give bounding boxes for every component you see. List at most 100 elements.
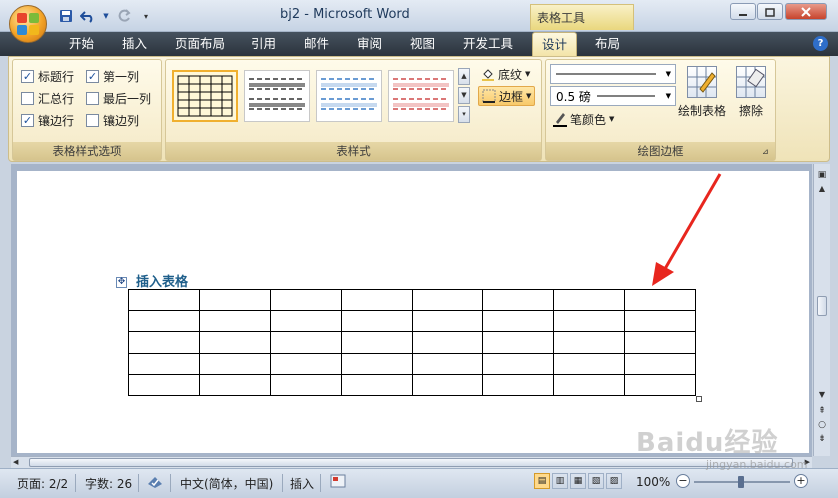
- banded-columns-checkbox[interactable]: 镶边列: [86, 112, 139, 129]
- tab-layout[interactable]: 布局: [586, 32, 629, 56]
- previous-page-icon[interactable]: ⇞: [816, 406, 828, 418]
- tab-insert[interactable]: 插入: [113, 32, 156, 56]
- document-table[interactable]: [128, 288, 696, 397]
- table-move-handle-icon[interactable]: ✥: [116, 277, 127, 288]
- eraser-button[interactable]: 擦除: [736, 66, 766, 119]
- table-cell[interactable]: [198, 288, 271, 312]
- last-column-checkbox[interactable]: 最后一列: [86, 90, 151, 107]
- help-icon[interactable]: ?: [813, 36, 828, 51]
- table-cell[interactable]: [482, 352, 555, 375]
- table-style-red[interactable]: [388, 70, 454, 122]
- table-cell[interactable]: [269, 310, 342, 333]
- zoom-out-icon[interactable]: −: [676, 474, 690, 488]
- table-cell[interactable]: [482, 310, 555, 333]
- table-cell[interactable]: [128, 288, 200, 312]
- table-cell[interactable]: [553, 310, 626, 333]
- zoom-slider-thumb[interactable]: [738, 476, 744, 488]
- table-cell[interactable]: [198, 331, 271, 354]
- full-screen-reading-view-icon[interactable]: ▥: [552, 473, 568, 489]
- insert-mode[interactable]: 插入: [290, 475, 314, 492]
- table-cell[interactable]: [198, 352, 271, 375]
- line-style-combo[interactable]: ▼: [550, 64, 676, 84]
- table-cell[interactable]: [340, 310, 413, 333]
- tab-design[interactable]: 设计: [532, 32, 578, 56]
- table-style-dark[interactable]: [244, 70, 310, 122]
- table-cell[interactable]: [269, 373, 342, 397]
- outline-view-icon[interactable]: ▧: [588, 473, 604, 489]
- web-layout-view-icon[interactable]: ▦: [570, 473, 586, 489]
- table-cell[interactable]: [624, 352, 696, 375]
- table-cell[interactable]: [624, 373, 696, 397]
- scroll-left-icon[interactable]: ◀: [13, 458, 18, 466]
- styles-scroll-down[interactable]: ▼: [458, 87, 470, 104]
- tab-page-layout[interactable]: 页面布局: [166, 32, 234, 56]
- first-column-checkbox[interactable]: ✓ 第一列: [86, 68, 139, 85]
- office-button[interactable]: [9, 5, 47, 43]
- undo-icon[interactable]: [80, 8, 96, 24]
- undo-dropdown-icon[interactable]: ▼: [102, 8, 110, 24]
- table-cell[interactable]: [482, 331, 555, 354]
- save-icon[interactable]: [58, 8, 74, 24]
- close-button[interactable]: [785, 3, 827, 20]
- table-cell[interactable]: [340, 288, 413, 312]
- print-layout-view-icon[interactable]: ▤: [534, 473, 550, 489]
- banded-rows-checkbox[interactable]: ✓ 镶边行: [21, 112, 74, 129]
- macro-recording-icon[interactable]: [330, 474, 346, 491]
- draft-view-icon[interactable]: ▨: [606, 473, 622, 489]
- table-cell[interactable]: [128, 373, 200, 397]
- shading-button[interactable]: 底纹 ▼: [478, 64, 533, 84]
- table-cell[interactable]: [411, 352, 484, 375]
- dialog-launcher-icon[interactable]: ⊿: [762, 147, 772, 157]
- horizontal-scroll-thumb[interactable]: [29, 458, 793, 467]
- tab-home[interactable]: 开始: [60, 32, 103, 56]
- language-indicator[interactable]: 中文(简体，中国): [180, 475, 273, 492]
- table-cell[interactable]: [624, 331, 696, 354]
- zoom-level[interactable]: 100%: [636, 475, 670, 489]
- table-cell[interactable]: [482, 288, 555, 312]
- table-cell[interactable]: [128, 331, 200, 354]
- tab-references[interactable]: 引用: [242, 32, 285, 56]
- page-indicator[interactable]: 页面: 2/2: [17, 475, 68, 492]
- table-cell[interactable]: [411, 331, 484, 354]
- pen-color-button[interactable]: 笔颜色 ▼: [550, 109, 617, 129]
- next-page-icon[interactable]: ⇟: [816, 434, 828, 446]
- vertical-scroll-thumb[interactable]: [817, 296, 827, 316]
- restore-button[interactable]: [757, 3, 783, 20]
- table-cell[interactable]: [553, 288, 626, 312]
- styles-scroll-up[interactable]: ▲: [458, 68, 470, 85]
- tab-developer[interactable]: 开发工具: [454, 32, 522, 56]
- table-style-grid[interactable]: [172, 70, 238, 122]
- table-cell[interactable]: [553, 352, 626, 375]
- header-row-checkbox[interactable]: ✓ 标题行: [21, 68, 74, 85]
- scroll-up-icon[interactable]: ▲: [816, 184, 828, 196]
- styles-more[interactable]: ▾: [458, 106, 470, 123]
- ruler-toggle-icon[interactable]: ▣: [816, 170, 828, 182]
- redo-icon[interactable]: [116, 8, 132, 24]
- scroll-down-icon[interactable]: ▼: [816, 390, 828, 402]
- select-browse-object-icon[interactable]: ○: [816, 420, 828, 432]
- table-cell[interactable]: [269, 331, 342, 354]
- table-cell[interactable]: [128, 310, 200, 333]
- borders-button[interactable]: 边框 ▼: [478, 86, 536, 106]
- table-cell[interactable]: [411, 373, 484, 397]
- total-row-checkbox[interactable]: 汇总行: [21, 90, 74, 107]
- table-cell[interactable]: [269, 352, 342, 375]
- table-style-blue[interactable]: [316, 70, 382, 122]
- draw-table-button[interactable]: 绘制表格: [678, 66, 726, 119]
- proofing-icon[interactable]: [146, 474, 164, 493]
- tab-mailings[interactable]: 邮件: [295, 32, 338, 56]
- table-cell[interactable]: [624, 288, 696, 312]
- word-count[interactable]: 字数: 26: [85, 475, 132, 492]
- table-cell[interactable]: [340, 352, 413, 375]
- customize-toolbar-icon[interactable]: ▾: [138, 8, 154, 24]
- table-cell[interactable]: [553, 373, 626, 397]
- table-cell[interactable]: [553, 331, 626, 354]
- minimize-button[interactable]: [730, 3, 756, 20]
- table-cell[interactable]: [128, 352, 200, 375]
- table-cell[interactable]: [624, 310, 696, 333]
- tab-review[interactable]: 审阅: [348, 32, 391, 56]
- table-cell[interactable]: [340, 331, 413, 354]
- line-weight-combo[interactable]: 0.5 磅 ▼: [550, 86, 676, 106]
- table-cell[interactable]: [411, 310, 484, 333]
- table-grid[interactable]: [128, 288, 696, 397]
